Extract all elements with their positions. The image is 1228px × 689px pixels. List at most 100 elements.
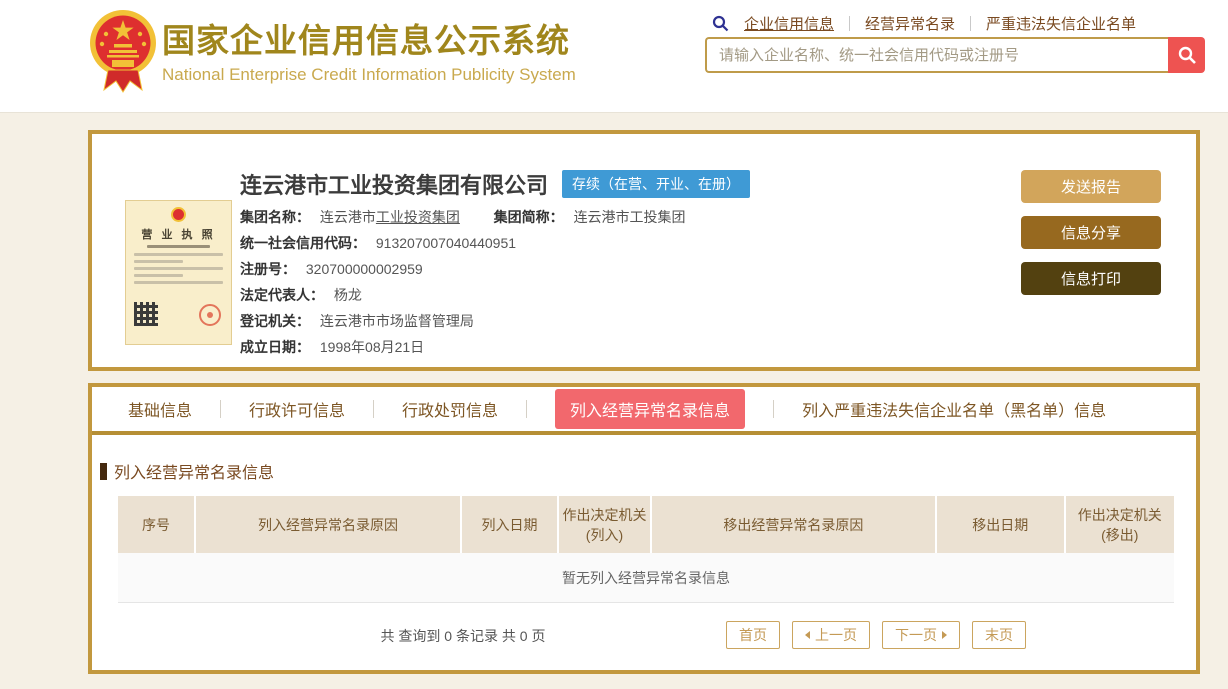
reg-no-value: 320700000002959 [306,261,423,277]
company-fields: 集团名称： 连云港市工业投资集团 集团简称： 连云港市工投集团 统一社会信用代码… [240,204,686,360]
est-date-value: 1998年08月21日 [320,339,424,355]
license-qr-code [134,302,158,326]
page: 国家企业信用信息公示系统 National Enterprise Credit … [0,0,1228,689]
first-page-button[interactable]: 首页 [726,621,780,649]
prev-page-button[interactable]: 上一页 [792,621,870,649]
next-arrow-icon [942,631,947,639]
section-title-row: 列入经营异常名录信息 [100,459,1196,483]
nav-divider [970,16,971,31]
license-decor-line [134,253,223,256]
search-type-nav: 企业信用信息 经营异常名录 严重违法失信企业名单 [712,13,1136,34]
table-empty-state: 暂无列入经营异常名录信息 [118,553,1174,603]
authority-label: 登记机关： [240,313,310,329]
col-header-text: 作出决定机关 [562,505,646,525]
col-header-text: 序号 [142,515,170,535]
tab-divider [773,400,774,418]
site-subtitle: National Enterprise Credit Information P… [162,65,576,85]
share-info-button[interactable]: 信息分享 [1021,216,1161,249]
col-header-text: 列入经营异常名录原因 [258,515,398,535]
pagination-buttons: 首页 上一页 下一页 末页 [726,621,1026,649]
col-header-listing-authority: 作出决定机关 (列入) [559,496,650,553]
nav-link-enterprise-credit[interactable]: 企业信用信息 [744,13,834,34]
search-icon [712,15,729,32]
tab-admin-penalty[interactable]: 行政处罚信息 [402,397,498,421]
credit-code-value: 913207007040440951 [376,235,516,251]
last-page-button[interactable]: 末页 [972,621,1026,649]
license-red-seal-icon [199,304,221,326]
search-box [705,37,1205,73]
top-header: 国家企业信用信息公示系统 National Enterprise Credit … [0,0,1228,113]
next-page-button[interactable]: 下一页 [882,621,960,649]
col-header-listing-date: 列入日期 [462,496,557,553]
tab-bar: 基础信息 行政许可信息 行政处罚信息 列入经营异常名录信息 列入严重违法失信企业… [92,387,1196,435]
company-header: 连云港市工业投资集团有限公司 存续（在营、开业、在册） [240,168,750,200]
site-title-block: 国家企业信用信息公示系统 National Enterprise Credit … [162,14,576,85]
search-button-icon [1177,45,1197,65]
tab-abnormal-list[interactable]: 列入经营异常名录信息 [555,389,745,429]
search-button[interactable] [1168,37,1205,73]
license-title: 营 业 执 照 [134,226,223,242]
pagination: 共 查询到 0 条记录 共 0 页 首页 上一页 下一页 末页 [118,621,1174,651]
tab-divider [526,400,527,418]
license-decor-line [134,274,183,277]
tab-blacklist[interactable]: 列入严重违法失信企业名单（黑名单）信息 [802,397,1106,421]
nav-divider [849,16,850,31]
col-header-seq: 序号 [118,496,194,553]
status-badge: 存续（在营、开业、在册） [562,170,750,198]
col-header-text: 移出日期 [972,515,1028,535]
print-info-button[interactable]: 信息打印 [1021,262,1161,295]
national-emblem-logo[interactable] [88,6,158,99]
site-title: 国家企业信用信息公示系统 [162,14,576,62]
field-row-authority: 登记机关： 连云港市市场监督管理局 [240,308,686,334]
est-date-label: 成立日期： [240,339,310,355]
nav-link-abnormal-list[interactable]: 经营异常名录 [865,13,955,34]
field-row-group: 集团名称： 连云港市工业投资集团 集团简称： 连云港市工投集团 [240,204,686,230]
field-row-est-date: 成立日期： 1998年08月21日 [240,334,686,360]
group-name-prefix: 连云港市 [320,209,376,225]
group-name-value: 连云港市工业投资集团 [320,209,460,225]
next-page-label: 下一页 [895,625,937,645]
group-short-value: 连云港市工投集团 [574,209,686,225]
business-license-thumbnail[interactable]: 营 业 执 照 [125,200,232,345]
col-header-listing-reason: 列入经营异常名录原因 [196,496,460,553]
authority-value: 连云港市市场监督管理局 [320,313,474,329]
license-decor-line [147,245,209,248]
section-title-bar [100,463,107,480]
license-decor-line [134,281,223,284]
tab-admin-license[interactable]: 行政许可信息 [249,397,345,421]
tab-divider [220,400,221,418]
section-title: 列入经营异常名录信息 [114,459,274,483]
col-header-removal-authority: 作出决定机关 (移出) [1066,496,1174,553]
tab-basic-info[interactable]: 基础信息 [128,397,192,421]
company-name: 连云港市工业投资集团有限公司 [240,168,548,200]
tab-divider [373,400,374,418]
field-row-legal-rep: 法定代表人： 杨龙 [240,282,686,308]
field-row-reg-no: 注册号： 320700000002959 [240,256,686,282]
national-emblem-icon [88,6,158,94]
license-bottom-area [134,292,223,326]
group-name-link[interactable]: 工业投资集团 [376,209,460,225]
first-page-label: 首页 [739,625,767,645]
field-row-credit-code: 统一社会信用代码： 913207007040440951 [240,230,686,256]
last-page-label: 末页 [985,625,1013,645]
license-emblem-icon [171,207,186,222]
license-decor-line [134,260,183,263]
legal-rep-value: 杨龙 [334,287,362,303]
credit-code-label: 统一社会信用代码： [240,235,366,251]
abnormal-list-table: 序号 列入经营异常名录原因 列入日期 作出决定机关 (列入) 移出经营异常名录原… [118,496,1174,651]
detail-card: 基础信息 行政许可信息 行政处罚信息 列入经营异常名录信息 列入严重违法失信企业… [88,383,1200,674]
group-name-label: 集团名称： [240,209,310,225]
table-header-row: 序号 列入经营异常名录原因 列入日期 作出决定机关 (列入) 移出经营异常名录原… [118,496,1174,553]
group-short-label: 集团简称： [494,209,564,225]
col-header-text: 列入日期 [482,515,538,535]
search-input[interactable] [705,37,1168,73]
legal-rep-label: 法定代表人： [240,287,324,303]
prev-page-label: 上一页 [815,625,857,645]
send-report-button[interactable]: 发送报告 [1021,170,1161,203]
action-buttons: 发送报告 信息分享 信息打印 [1021,170,1161,308]
col-header-text: 移出经营异常名录原因 [723,515,863,535]
col-header-removal-reason: 移出经营异常名录原因 [652,496,935,553]
prev-arrow-icon [805,631,810,639]
nav-link-serious-violation[interactable]: 严重违法失信企业名单 [986,13,1136,34]
col-header-text: (列入) [586,525,623,545]
